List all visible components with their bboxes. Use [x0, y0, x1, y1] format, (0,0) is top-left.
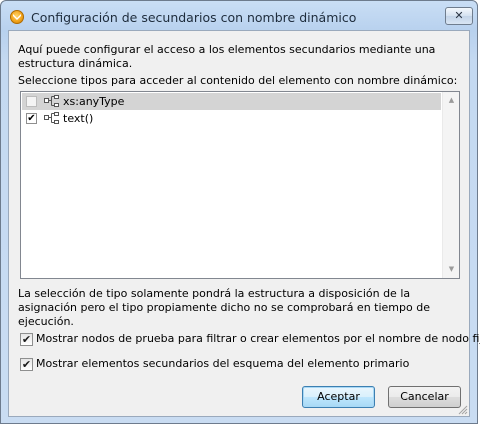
dialog-body: Aquí puede configurar el acceso a los el…	[8, 30, 480, 417]
check-icon: ✔	[21, 333, 32, 346]
tree-structure-icon	[44, 112, 59, 124]
list-item-checkbox-text[interactable]: ✔	[26, 113, 37, 124]
types-listbox[interactable]: xs:anyType ✔ text() ▲ ▼	[20, 91, 460, 279]
vertical-scrollbar[interactable]: ▲ ▼	[442, 92, 459, 278]
option-label-schema-children[interactable]: Mostrar elementos secundarios del esquem…	[36, 357, 409, 370]
check-icon: ✔	[27, 113, 36, 124]
resize-grip-icon[interactable]	[457, 404, 468, 415]
close-icon: ✕	[454, 9, 464, 22]
scroll-down-icon[interactable]: ▼	[443, 261, 460, 278]
scroll-up-icon[interactable]: ▲	[443, 92, 460, 109]
ok-button[interactable]: Aceptar	[302, 386, 375, 408]
types-list-label: Seleccione tipos para acceder al conteni…	[18, 74, 458, 87]
option-checkbox-test-nodes[interactable]: ✔	[20, 333, 33, 346]
list-item-anytype[interactable]: xs:anyType	[22, 93, 441, 110]
list-item-text[interactable]: ✔ text()	[22, 110, 441, 127]
check-icon: ✔	[21, 358, 32, 371]
tree-structure-icon	[44, 95, 59, 107]
title-bar[interactable]: Configuración de secundarios con nombre …	[1, 1, 479, 31]
dialog-window: Configuración de secundarios con nombre …	[0, 0, 480, 424]
cancel-button[interactable]: Cancelar	[388, 386, 461, 408]
window-title: Configuración de secundarios con nombre …	[31, 10, 357, 25]
app-icon	[10, 10, 24, 24]
note-text: La selección de tipo solamente pondrá la…	[18, 287, 430, 328]
list-item-label-text: text()	[63, 112, 94, 125]
close-button[interactable]: ✕	[445, 7, 473, 25]
option-label-test-nodes[interactable]: Mostrar nodos de prueba para filtrar o c…	[36, 332, 480, 345]
description-text: Aquí puede configurar el acceso a los el…	[18, 43, 436, 70]
list-item-label-anytype: xs:anyType	[63, 95, 125, 108]
list-item-checkbox-anytype	[26, 96, 37, 107]
option-checkbox-schema-children[interactable]: ✔	[20, 358, 33, 371]
